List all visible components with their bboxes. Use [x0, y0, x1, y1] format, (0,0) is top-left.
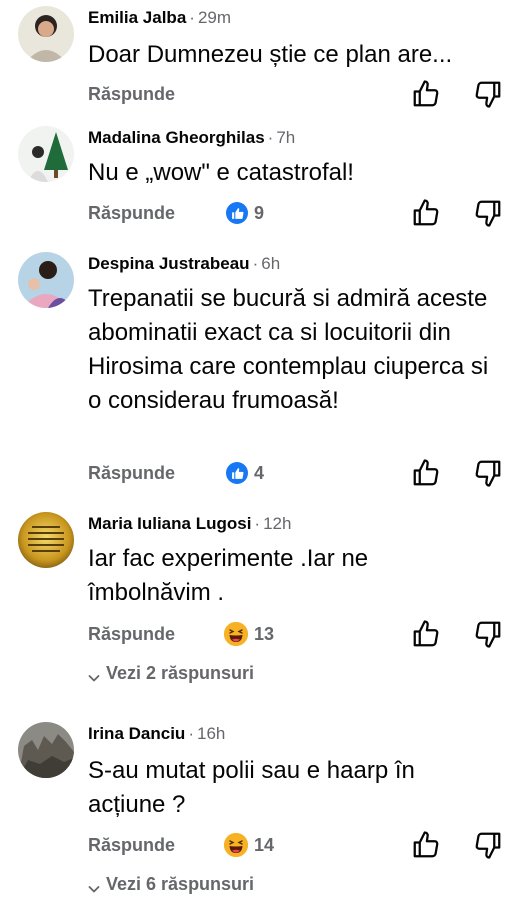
separator: ·: [252, 254, 259, 273]
separator: ·: [267, 128, 274, 147]
avatar[interactable]: [18, 126, 74, 182]
view-replies-link[interactable]: Vezi 2 răspunsuri: [88, 663, 254, 684]
like-reaction-icon: [226, 462, 248, 484]
reaction-summary[interactable]: 9: [226, 200, 264, 226]
thumbs-down-icon[interactable]: [473, 79, 503, 109]
reaction-summary[interactable]: 13: [224, 621, 274, 647]
reaction-count: 14: [254, 834, 275, 855]
thumbs-up-icon[interactable]: [411, 79, 441, 109]
separator: ·: [189, 8, 195, 27]
thumbs-up-icon[interactable]: [411, 830, 441, 860]
separator: ·: [188, 724, 194, 743]
reply-button[interactable]: Răspunde: [88, 198, 175, 228]
comment-text: Trepanatii se bucură si admiră aceste ab…: [88, 285, 489, 414]
separator: ·: [254, 514, 261, 533]
like-reaction-icon: [226, 202, 248, 224]
thumbs-down-icon[interactable]: [473, 619, 503, 649]
reaction-summary[interactable]: 14: [224, 832, 274, 858]
comment-text: Nu e „wow" e catastrofal!: [88, 159, 354, 186]
avatar[interactable]: [18, 512, 74, 568]
avatar[interactable]: [18, 722, 74, 778]
author-name[interactable]: Emilia Jalba: [88, 8, 186, 27]
comment-text: Iar fac experimente .Iar ne îmbolnăvim .: [88, 545, 369, 606]
comment-header: Despina Justrabeau · 6h: [88, 254, 280, 274]
avatar[interactable]: [18, 6, 74, 62]
thumbs-up-icon[interactable]: [411, 198, 441, 228]
comment-header: Madalina Gheorghilas · 7h: [88, 128, 295, 148]
author-name[interactable]: Maria Iuliana Lugosi: [88, 514, 251, 533]
comment-text: Doar Dumnezeu știe ce plan are...: [88, 41, 453, 68]
haha-reaction-icon: [224, 833, 248, 857]
chevron-down-icon: [88, 879, 100, 893]
thumbs-down-icon[interactable]: [473, 458, 503, 488]
comment-text: S-au mutat polii sau e haarp în acțiune …: [88, 757, 415, 818]
comment-actions: Răspunde 13: [88, 619, 524, 649]
author-name[interactable]: Madalina Gheorghilas: [88, 128, 265, 147]
thumbs-down-icon[interactable]: [473, 830, 503, 860]
comment-time[interactable]: 16h: [197, 724, 225, 743]
view-replies-label: Vezi 6 răspunsuri: [106, 874, 255, 894]
thumbs-up-icon[interactable]: [411, 458, 441, 488]
view-replies-label: Vezi 2 răspunsuri: [106, 663, 255, 683]
comment-time[interactable]: 12h: [263, 514, 291, 533]
reaction-count: 9: [254, 202, 265, 223]
reaction-summary[interactable]: 4: [226, 460, 264, 486]
author-name[interactable]: Irina Danciu: [88, 724, 185, 743]
comment-actions: Răspunde 4: [88, 458, 524, 488]
view-replies-link[interactable]: Vezi 6 răspunsuri: [88, 874, 254, 895]
comment-header: Emilia Jalba · 29m: [88, 8, 231, 28]
reply-button[interactable]: Răspunde: [88, 619, 175, 649]
comment-actions: Răspunde 9: [88, 198, 524, 228]
comment-time[interactable]: 7h: [276, 128, 295, 147]
comment-time[interactable]: 29m: [198, 8, 231, 27]
reply-button[interactable]: Răspunde: [88, 830, 175, 860]
thumbs-up-icon[interactable]: [411, 619, 441, 649]
comment-actions: Răspunde: [88, 79, 524, 109]
author-name[interactable]: Despina Justrabeau: [88, 254, 250, 273]
comment-header: Maria Iuliana Lugosi · 12h: [88, 514, 291, 534]
haha-reaction-icon: [224, 622, 248, 646]
avatar[interactable]: [18, 252, 74, 308]
reply-button[interactable]: Răspunde: [88, 458, 175, 488]
thumbs-down-icon[interactable]: [473, 198, 503, 228]
chevron-down-icon: [88, 668, 100, 682]
reaction-count: 4: [254, 462, 265, 483]
comment-header: Irina Danciu · 16h: [88, 724, 225, 744]
comment-time[interactable]: 6h: [261, 254, 280, 273]
reply-button[interactable]: Răspunde: [88, 79, 175, 109]
comment-actions: Răspunde 14: [88, 830, 524, 860]
reaction-count: 13: [254, 623, 275, 644]
